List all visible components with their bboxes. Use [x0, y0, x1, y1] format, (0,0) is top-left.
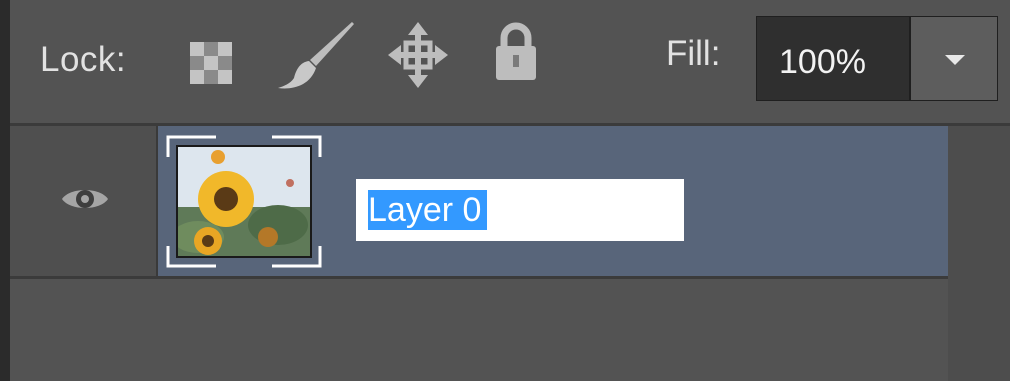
lock-fill-toolbar: Lock: Fill: 100% — [10, 0, 1010, 123]
layers-panel: Lock: Fill: 100% Layer 0 — [10, 0, 1010, 381]
transparency-checker-icon[interactable] — [190, 42, 232, 84]
padlock-icon[interactable] — [494, 22, 538, 82]
panel-scrollbar[interactable] — [948, 126, 1010, 381]
brush-icon[interactable] — [276, 22, 356, 90]
sunflower-thumbnail-image — [176, 145, 312, 258]
layer-name-text: Layer 0 — [368, 190, 488, 230]
layer-row[interactable]: Layer 0 — [10, 126, 948, 279]
window-edge — [0, 0, 10, 381]
layer-name-input[interactable]: Layer 0 — [356, 179, 684, 241]
lock-label: Lock: — [40, 40, 127, 79]
fill-value: 100% — [779, 43, 866, 81]
eye-icon[interactable] — [60, 184, 110, 214]
fill-label: Fill: — [666, 34, 721, 73]
sunflower-image — [178, 147, 310, 256]
fill-input[interactable]: 100% — [756, 16, 910, 101]
visibility-column — [10, 126, 156, 279]
chevron-down-icon — [945, 55, 965, 65]
divider — [10, 276, 948, 279]
layers-list: Layer 0 — [10, 126, 1010, 381]
fill-dropdown-button[interactable] — [910, 16, 998, 101]
layer-thumbnail[interactable] — [166, 135, 322, 268]
move-arrows-icon[interactable] — [388, 22, 448, 88]
